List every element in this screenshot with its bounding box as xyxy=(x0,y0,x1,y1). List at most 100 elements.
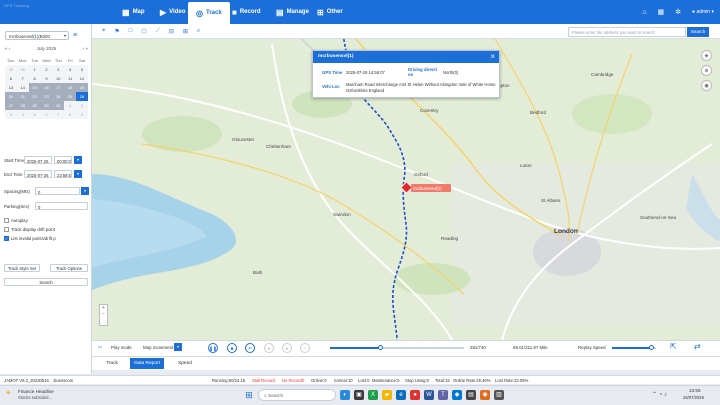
zoom-out-icon[interactable]: − xyxy=(100,311,107,317)
start-time-dropdown[interactable]: ▾ xyxy=(74,156,82,164)
taskbar-app-icon[interactable]: ▤ xyxy=(466,390,476,400)
calendar-day[interactable]: 7 xyxy=(16,74,29,83)
calendar-day[interactable]: 1 xyxy=(28,65,41,74)
calendar-day[interactable]: 9 xyxy=(76,110,88,119)
calendar-day[interactable]: 7 xyxy=(52,110,65,119)
collapse-icon[interactable]: ⇱ xyxy=(670,342,677,351)
calendar-day[interactable]: 19 xyxy=(76,83,88,92)
calendar-day[interactable]: 27 xyxy=(5,101,17,110)
calendar-day[interactable]: 23 xyxy=(40,92,53,101)
user-menu[interactable]: ● admin ▾ xyxy=(692,9,714,15)
vehicle-select[interactable]: mcrbusensvl(1)(B200 ▾ xyxy=(5,31,69,40)
calendar-day-selected[interactable]: 26 xyxy=(76,92,88,101)
calendar-day[interactable]: 30 xyxy=(16,65,29,74)
calendar-day[interactable]: 5 xyxy=(28,110,41,119)
track-style-button[interactable]: Track Style Set xyxy=(4,264,40,272)
calendar-day[interactable]: 13 xyxy=(5,83,17,92)
news-title[interactable]: Finance Headline xyxy=(18,389,54,394)
rewind-button[interactable]: ● xyxy=(264,343,274,353)
start-date-field[interactable]: 2025-07-26 xyxy=(24,156,52,164)
system-tray-icons[interactable]: ⌃ ◔ ♪ xyxy=(652,391,667,398)
menu-icon[interactable]: ≡ xyxy=(73,32,77,39)
taskbar-app-icon[interactable]: ▰ xyxy=(382,390,392,400)
calendar-day[interactable]: 2 xyxy=(40,65,53,74)
pause-button[interactable]: ❚❚ xyxy=(208,343,218,353)
calendar-day[interactable]: 28 xyxy=(16,101,29,110)
prev-year-icon[interactable]: « ‹ xyxy=(5,46,10,53)
square-icon[interactable]: □ xyxy=(129,28,133,34)
taskbar-app-icon[interactable]: ▣ xyxy=(354,390,364,400)
calendar-day[interactable]: 14 xyxy=(16,83,29,92)
calendar-day[interactable]: 1 xyxy=(64,101,77,110)
calendar-day[interactable]: 24 xyxy=(52,92,65,101)
tab-track[interactable]: Track xyxy=(97,358,127,369)
calendar-day[interactable]: 29 xyxy=(5,65,17,74)
end-date-field[interactable]: 2025-07-26 xyxy=(24,170,52,178)
next-year-icon[interactable]: › » xyxy=(83,46,88,53)
calendar-day[interactable]: 22 xyxy=(28,92,41,101)
autoplay-checkbox[interactable] xyxy=(4,218,9,223)
calendar-day[interactable]: 2 xyxy=(76,101,88,110)
taskbar-search[interactable]: ⌕ Search xyxy=(258,389,336,401)
calendar-day[interactable]: 16 xyxy=(40,83,53,92)
windows-start-icon[interactable]: ⊞ xyxy=(244,390,254,400)
search-button[interactable]: Search xyxy=(4,278,88,286)
drift-checkbox[interactable] xyxy=(4,227,9,232)
calendar-day[interactable]: 20 xyxy=(5,92,17,101)
nav-map[interactable]: ▦ Map xyxy=(114,0,153,24)
calendar-day[interactable]: 10 xyxy=(52,74,65,83)
ruler-icon[interactable]: ⊟ xyxy=(169,28,174,35)
shirt-icon[interactable]: ⌂ xyxy=(642,9,646,16)
spacing-dropdown[interactable]: ▾ xyxy=(81,187,89,195)
vehicle-marker-label[interactable]: mcrbusensvl(1) xyxy=(411,184,451,192)
taskbar-app-icon[interactable]: ◉ xyxy=(480,390,490,400)
layers-icon[interactable]: ◈ xyxy=(701,50,712,61)
zoom-search-icon[interactable]: ⌕ xyxy=(197,28,200,35)
taskbar-app-icon[interactable]: ◐ xyxy=(340,390,350,400)
calendar-day[interactable]: 5 xyxy=(76,65,88,74)
calendar-day[interactable]: 9 xyxy=(40,74,53,83)
calendar-day[interactable]: 30 xyxy=(40,101,53,110)
taskbar-app-icon[interactable]: ▥ xyxy=(494,390,504,400)
calendar-day[interactable]: 17 xyxy=(52,83,65,92)
polygon-icon[interactable]: ⬡ xyxy=(141,28,146,35)
nav-other[interactable]: ⊞ Other xyxy=(309,0,351,24)
add-button[interactable]: + xyxy=(300,343,310,353)
taskbar-app-icon[interactable]: ◆ xyxy=(452,390,462,400)
flag-icon[interactable]: ⚑ xyxy=(114,28,119,35)
taskbar-app-icon[interactable]: X xyxy=(368,390,378,400)
zoom-control[interactable]: + − xyxy=(99,304,108,326)
gear-icon[interactable]: ✲ xyxy=(675,8,681,16)
calendar-day[interactable]: 8 xyxy=(64,110,77,119)
calendar-day[interactable]: 4 xyxy=(64,65,77,74)
taskbar-app-icon[interactable]: T xyxy=(438,390,448,400)
calendar-day[interactable]: 6 xyxy=(5,74,17,83)
map-type-icon[interactable]: ⊕ xyxy=(701,65,712,76)
spacing-field[interactable]: 0 xyxy=(35,187,80,195)
calendar-day[interactable]: 4 xyxy=(16,110,29,119)
camera-icon[interactable]: ◉ xyxy=(701,80,712,91)
step-back-button[interactable]: ↶ xyxy=(245,343,255,353)
tab-speed[interactable]: Speed xyxy=(170,358,200,369)
map-search-button[interactable]: Search xyxy=(687,27,709,37)
grid-icon[interactable]: ▦ xyxy=(658,8,665,16)
calendar-day[interactable]: 3 xyxy=(52,65,65,74)
line-icon[interactable]: ⟋ xyxy=(156,28,160,35)
locate-icon[interactable]: ⌖ xyxy=(102,28,105,35)
calendar-day[interactable]: 15 xyxy=(28,83,41,92)
forward-button[interactable]: ● xyxy=(282,343,292,353)
calendar-day[interactable]: 31 xyxy=(52,101,65,110)
invalid-points-checkbox[interactable]: ✓ xyxy=(4,236,9,241)
measure-icon[interactable]: ⊞ xyxy=(183,28,188,35)
calendar-day[interactable]: 3 xyxy=(5,110,17,119)
calendar-day[interactable]: 6 xyxy=(40,110,53,119)
weather-icon[interactable]: ☀ xyxy=(5,389,11,397)
taskbar-app-icon[interactable]: ● xyxy=(410,390,420,400)
end-time-field[interactable]: 23:59:59 xyxy=(54,170,72,178)
calendar-day[interactable]: 8 xyxy=(28,74,41,83)
calendar-day[interactable]: 25 xyxy=(64,92,77,101)
close-icon[interactable]: × xyxy=(490,52,495,61)
map-movement-dropdown[interactable]: ▾ xyxy=(174,343,182,351)
calendar-day[interactable]: 12 xyxy=(76,74,88,83)
end-time-dropdown[interactable]: ▾ xyxy=(74,170,82,178)
